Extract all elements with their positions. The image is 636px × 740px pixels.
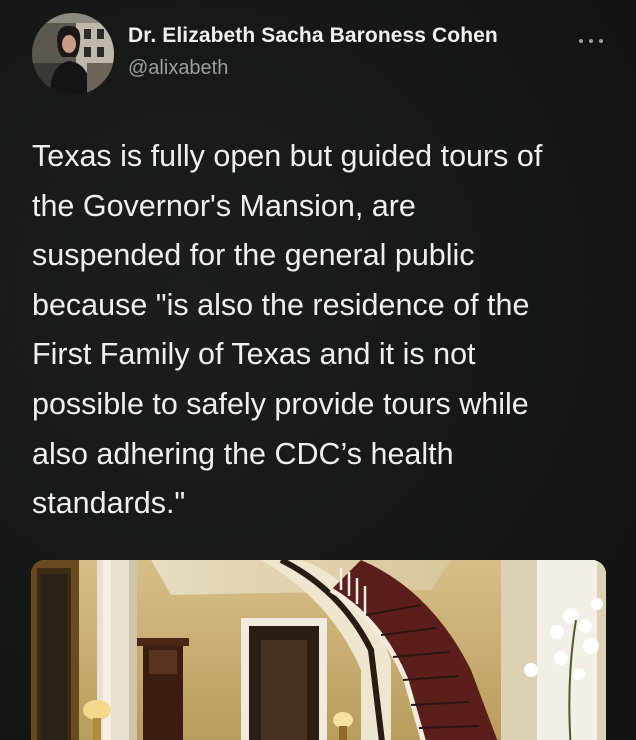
profile-photo-icon [32, 13, 114, 95]
mansion-interior-photo-icon [31, 560, 606, 740]
author-display-name[interactable]: Dr. Elizabeth Sacha Baroness Cohen [128, 24, 498, 48]
tweet-card: Dr. Elizabeth Sacha Baroness Cohen @alix… [0, 0, 636, 740]
tweet-text-line: because "is also the residence of the [32, 287, 530, 322]
tweet-text-line: the Governor's Mansion, are [32, 188, 416, 223]
tweet-text-line: standards." [32, 486, 186, 521]
tweet-text-line: First Family of Texas and it is not [32, 337, 476, 372]
tweet-text-line: also adhering the CDC’s health [32, 436, 454, 471]
tweet-text-line: suspended for the general public [32, 238, 475, 273]
tweet-text-line: possible to safely provide tours while [32, 386, 529, 421]
author-handle[interactable]: @alixabeth [128, 57, 228, 80]
more-options-icon[interactable] [577, 34, 605, 48]
tweet-text-line: Texas is fully open but guided tours of [32, 139, 543, 173]
tweet-text: Texas is fully open but guided tours of … [32, 132, 607, 529]
tweet-media-image[interactable] [31, 560, 606, 740]
avatar[interactable] [32, 13, 114, 95]
